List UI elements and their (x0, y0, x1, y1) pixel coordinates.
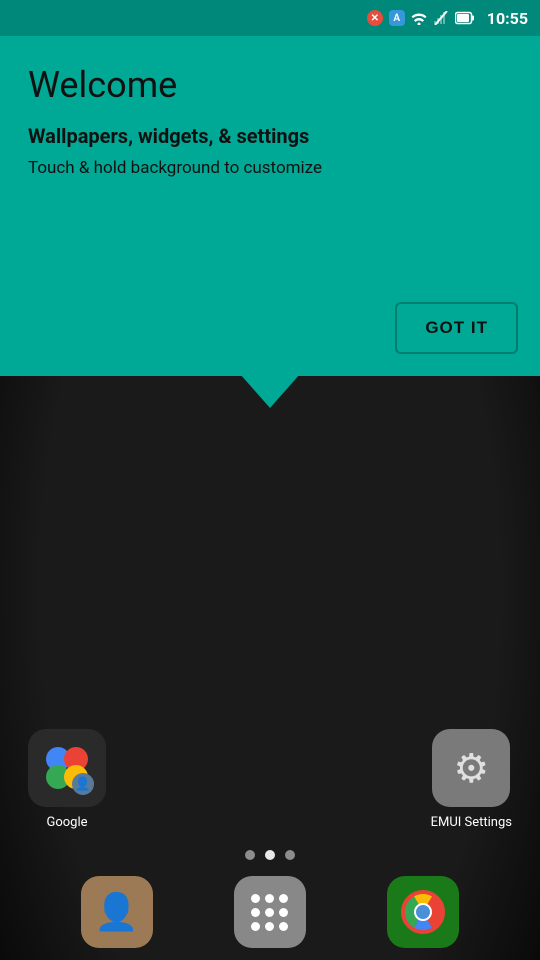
dock-chrome-icon[interactable] (387, 876, 459, 948)
welcome-desc: Touch & hold background to customize (28, 158, 512, 178)
battery-icon (455, 11, 475, 25)
dock-contacts-icon[interactable]: 👤 (81, 876, 153, 948)
dock-apps-icon[interactable] (234, 876, 306, 948)
page-dot-3[interactable] (285, 850, 295, 860)
app-icon-google[interactable]: 👤 (28, 729, 106, 807)
notification-a-icon: A (389, 10, 405, 26)
welcome-subtitle: Wallpapers, widgets, & settings (28, 124, 512, 148)
apps-grid-icon (251, 894, 288, 931)
app-label-emui: EMUI Settings (431, 815, 512, 830)
app-icon-google-wrapper[interactable]: 👤 Google (28, 729, 106, 830)
tooltip-panel: Welcome Wallpapers, widgets, & settings … (0, 36, 540, 376)
welcome-title: Welcome (28, 64, 512, 106)
chrome-logo-svg (397, 886, 449, 938)
page-dot-1[interactable] (245, 850, 255, 860)
notification-x-icon: ✕ (367, 10, 383, 26)
signal-icon (433, 11, 449, 25)
app-icon-emui-wrapper[interactable]: ⚙ EMUI Settings (431, 729, 512, 830)
app-icons-row: 👤 Google ⚙ EMUI Settings (0, 729, 540, 830)
got-it-button[interactable]: GOT IT (395, 302, 518, 354)
status-bar: ✕ A 10:55 (0, 0, 540, 36)
page-dot-2[interactable] (265, 850, 275, 860)
status-time: 10:55 (487, 9, 528, 28)
wifi-icon (411, 11, 427, 25)
app-label-google: Google (46, 815, 87, 830)
dock: 👤 (0, 864, 540, 960)
google-person-icon: 👤 (75, 777, 91, 792)
emui-gear-icon: ⚙ (453, 745, 489, 792)
page-dots (245, 850, 295, 860)
contacts-person-icon: 👤 (94, 891, 139, 933)
app-icon-emui[interactable]: ⚙ (432, 729, 510, 807)
